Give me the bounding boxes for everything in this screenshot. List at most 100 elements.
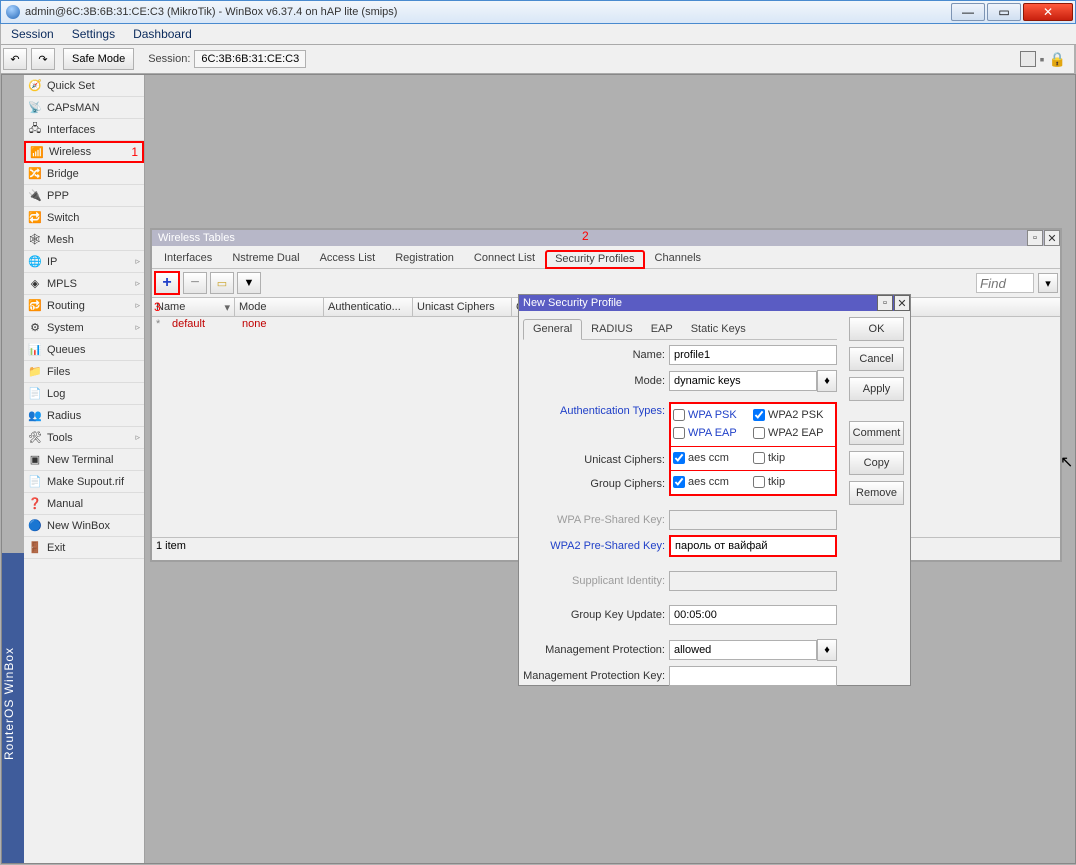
nsp-tab-static-keys[interactable]: Static Keys (682, 320, 755, 339)
ok-button[interactable]: OK (849, 317, 904, 341)
terminal-icon: ▣ (28, 453, 42, 467)
menu-settings[interactable]: Settings (72, 27, 115, 41)
nsp-tabs: General RADIUS EAP Static Keys (523, 317, 837, 340)
sidebar-item-make-supout[interactable]: 📄 Make Supout.rif (24, 471, 144, 493)
dashboard-box-icon[interactable] (1020, 51, 1036, 67)
gauge-icon: 🧭 (28, 79, 42, 93)
wpa2-key-input[interactable]: пароль от вайфай (669, 535, 837, 557)
col-mode[interactable]: Mode (235, 298, 324, 316)
sidebar-item-mpls[interactable]: ◈ MPLS ▹ (24, 273, 144, 295)
group-aes-checkbox[interactable]: aes ccm (673, 476, 753, 488)
sidebar-item-system[interactable]: ⚙ System ▹ (24, 317, 144, 339)
sidebar-item-interfaces[interactable]: 🖧 Interfaces (24, 119, 144, 141)
tab-interfaces[interactable]: Interfaces (154, 249, 222, 268)
sidebar-item-new-winbox[interactable]: 🔵 New WinBox (24, 515, 144, 537)
unicast-ciphers-label: Unicast Ciphers: (523, 454, 669, 466)
tab-registration[interactable]: Registration (385, 249, 464, 268)
mgmt-protection-key-label: Management Protection Key: (523, 670, 669, 682)
wpa-key-label: WPA Pre-Shared Key: (523, 514, 669, 526)
sidebar-item-mesh[interactable]: 🕸 Mesh (24, 229, 144, 251)
wireless-tables-titlebar[interactable]: Wireless Tables ▫ ✕ (152, 230, 1060, 246)
sidebar-item-ip[interactable]: 🌐 IP ▹ (24, 251, 144, 273)
wpa-psk-checkbox[interactable]: WPA PSK (673, 409, 753, 421)
menu-dashboard[interactable]: Dashboard (133, 27, 192, 41)
unicast-tkip-checkbox[interactable]: tkip (753, 452, 833, 464)
tab-connect-list[interactable]: Connect List (464, 249, 545, 268)
mgmt-protection-key-input[interactable] (669, 666, 837, 686)
comment-button[interactable]: Comment (849, 421, 904, 445)
nsp-tab-general[interactable]: General (523, 319, 582, 340)
sidebar-item-quick-set[interactable]: 🧭 Quick Set (24, 75, 144, 97)
sidebar-item-wireless[interactable]: 📶 Wireless 1 (24, 141, 144, 163)
undo-button[interactable]: ↶ (3, 48, 27, 70)
nsp-titlebar[interactable]: New Security Profile ▫ ✕ (519, 295, 910, 311)
tab-security-profiles[interactable]: Security Profiles (545, 250, 644, 269)
safe-mode-button[interactable]: Safe Mode (63, 48, 134, 70)
nsp-close-button[interactable]: ✕ (894, 295, 910, 311)
apply-button[interactable]: Apply (849, 377, 904, 401)
find-input[interactable] (976, 273, 1034, 293)
sidebar-item-log[interactable]: 📄 Log (24, 383, 144, 405)
wt-close-button[interactable]: ✕ (1044, 230, 1060, 246)
sidebar-item-exit[interactable]: 🚪 Exit (24, 537, 144, 559)
sidebar-item-radius[interactable]: 👥 Radius (24, 405, 144, 427)
cancel-button[interactable]: Cancel (849, 347, 904, 371)
wpa2-eap-checkbox[interactable]: WPA2 EAP (753, 427, 833, 439)
sidebar-item-manual[interactable]: ❓ Manual (24, 493, 144, 515)
nsp-tab-radius[interactable]: RADIUS (582, 320, 642, 339)
redo-button[interactable]: ↷ (31, 48, 55, 70)
tab-access-list[interactable]: Access List (310, 249, 386, 268)
hide-icon[interactable]: ▪ (1040, 51, 1045, 68)
nsp-tab-eap[interactable]: EAP (642, 320, 682, 339)
wpa-eap-checkbox[interactable]: WPA EAP (673, 427, 753, 439)
annotation-1: 1 (131, 145, 138, 159)
queues-icon: 📊 (28, 343, 42, 357)
group-key-update-input[interactable]: 00:05:00 (669, 605, 837, 625)
tab-channels[interactable]: Channels (645, 249, 711, 268)
mgmt-protection-input[interactable]: allowed (669, 640, 817, 660)
auth-types-box: WPA PSK WPA2 PSK WPA EAP WPA2 EAP (669, 402, 837, 448)
app-icon (6, 5, 20, 19)
nsp-maximize-button[interactable]: ▫ (877, 295, 893, 311)
minimize-button[interactable]: — (951, 3, 985, 21)
row-mode: none (238, 317, 326, 333)
session-label: Session: (148, 53, 190, 65)
comment-button[interactable]: ▭ (210, 272, 234, 294)
col-unicast[interactable]: Unicast Ciphers (413, 298, 512, 316)
copy-button[interactable]: Copy (849, 451, 904, 475)
find-dropdown[interactable]: ▾ (1038, 273, 1058, 293)
sidebar-item-bridge[interactable]: 🔀 Bridge (24, 163, 144, 185)
sidebar-item-routing[interactable]: 🔂 Routing ▹ (24, 295, 144, 317)
col-auth[interactable]: Authenticatio... (324, 298, 413, 316)
sidebar-item-new-terminal[interactable]: ▣ New Terminal (24, 449, 144, 471)
sidebar-item-ppp[interactable]: 🔌 PPP (24, 185, 144, 207)
file-icon: 📄 (28, 475, 42, 489)
filter-button[interactable]: ▼ (237, 272, 261, 294)
sidebar-item-switch[interactable]: 🔁 Switch (24, 207, 144, 229)
close-button[interactable]: ✕ (1023, 3, 1073, 21)
unicast-aes-checkbox[interactable]: aes ccm (673, 452, 753, 464)
switch-icon: 🔁 (28, 211, 42, 225)
tab-nstreme-dual[interactable]: Nstreme Dual (222, 249, 309, 268)
add-button[interactable]: + (154, 271, 180, 295)
wt-maximize-button[interactable]: ▫ (1027, 230, 1043, 246)
mode-dropdown[interactable]: ♦ (817, 370, 837, 392)
remove-button[interactable]: Remove (849, 481, 904, 505)
mode-input[interactable]: dynamic keys (669, 371, 817, 391)
remove-button[interactable]: − (183, 272, 207, 294)
mgmt-protection-dropdown[interactable]: ♦ (817, 639, 837, 661)
wpa-key-input (669, 510, 837, 530)
sidebar-item-tools[interactable]: 🛠 Tools ▹ (24, 427, 144, 449)
tools-icon: 🛠 (28, 431, 42, 445)
maximize-button[interactable]: ▭ (987, 3, 1021, 21)
col-name[interactable]: Name▾ (152, 298, 235, 316)
sidebar-item-capsman[interactable]: 📡 CAPsMAN (24, 97, 144, 119)
menu-session[interactable]: Session (11, 27, 54, 41)
group-tkip-checkbox[interactable]: tkip (753, 476, 833, 488)
name-input[interactable]: profile1 (669, 345, 837, 365)
wpa2-psk-checkbox[interactable]: WPA2 PSK (753, 409, 833, 421)
lock-icon[interactable]: 🔒 (1049, 51, 1066, 68)
sidebar-item-queues[interactable]: 📊 Queues (24, 339, 144, 361)
sidebar-item-files[interactable]: 📁 Files (24, 361, 144, 383)
name-label: Name: (523, 349, 669, 361)
